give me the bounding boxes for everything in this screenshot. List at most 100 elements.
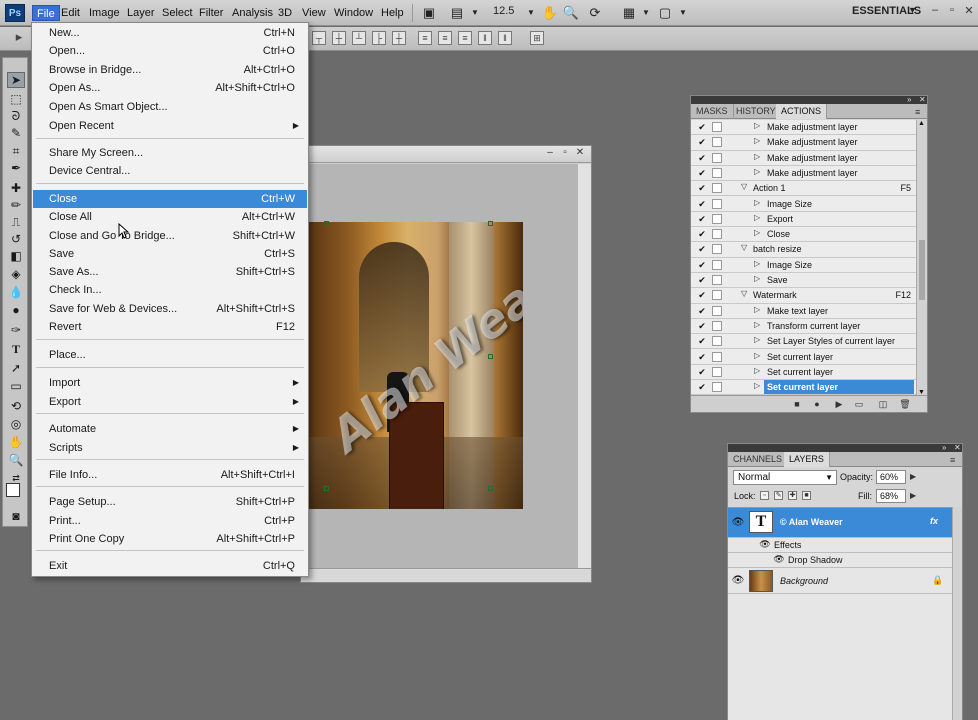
menu-item-print-one-copy[interactable]: Print One Copy Alt+Shift+Ctrl+P	[33, 530, 307, 548]
action-label[interactable]: Transform current layer	[764, 319, 860, 333]
eraser-tool-icon[interactable]: ◧	[7, 248, 25, 264]
layer-name[interactable]: Background	[780, 576, 828, 586]
transform-handle[interactable]	[324, 486, 329, 491]
menu-item-open[interactable]: Open... Ctrl+O	[33, 42, 307, 60]
lock-pixels-icon[interactable]: ✎	[774, 491, 783, 500]
action-step-row[interactable]: ✔ ▷ Transform current layer	[691, 319, 917, 335]
chevron-right-icon[interactable]: ▶	[910, 472, 916, 481]
collapsed-triangle-icon[interactable]: ▷	[754, 228, 760, 237]
menu-filter[interactable]: Filter	[195, 5, 227, 21]
checkmark-icon[interactable]: ✔	[697, 367, 707, 377]
action-step-row[interactable]: ✔ ▷ Set current layer	[691, 380, 917, 396]
lock-all-icon[interactable]: ■	[802, 491, 811, 500]
action-label[interactable]: Image Size	[764, 197, 812, 211]
dialog-toggle-box[interactable]	[712, 152, 722, 163]
screen-mode-icon[interactable]: ▢	[656, 4, 674, 21]
action-label[interactable]: Set current layer	[764, 350, 833, 364]
transform-handle[interactable]	[488, 486, 493, 491]
align-left-icon[interactable]: ├	[372, 31, 386, 45]
panel-header-bar[interactable]: » ✕	[728, 443, 962, 452]
action-label[interactable]: Set current layer	[764, 365, 833, 379]
menu-item-device-central[interactable]: Device Central...	[33, 162, 307, 180]
action-step-row[interactable]: ✔ ▷ Image Size	[691, 197, 917, 212]
layers-scrollbar[interactable]	[952, 507, 962, 720]
dialog-toggle-box[interactable]	[712, 213, 722, 224]
action-label[interactable]: Make adjustment layer	[764, 166, 858, 180]
collapsed-triangle-icon[interactable]: ▷	[754, 274, 760, 283]
collapse-icon[interactable]: »	[942, 443, 946, 452]
action-label[interactable]: Make adjustment layer	[764, 151, 858, 165]
checkmark-icon[interactable]: ✔	[697, 382, 707, 392]
bridge-icon[interactable]: ▣	[420, 4, 438, 21]
menu-item-exit[interactable]: Exit Ctrl+Q	[33, 557, 307, 575]
dialog-toggle-box[interactable]	[712, 305, 722, 316]
action-label[interactable]: Image Size	[764, 258, 812, 272]
checkmark-icon[interactable]: ✔	[697, 260, 707, 270]
menu-item-close[interactable]: Close Ctrl+W	[33, 190, 307, 208]
collapsed-triangle-icon[interactable]: ▷	[754, 351, 760, 360]
menu-item-open-as-smart-object[interactable]: Open As Smart Object...	[33, 98, 307, 116]
action-step-row[interactable]: ✔ ▷ Make text layer	[691, 304, 917, 319]
collapsed-triangle-icon[interactable]: ▷	[754, 213, 760, 222]
eye-icon[interactable]: 👁	[772, 554, 786, 566]
close-icon[interactable]: ✕	[962, 4, 976, 20]
menu-edit[interactable]: Edit	[57, 5, 84, 21]
menu-select[interactable]: Select	[158, 5, 197, 21]
checkmark-icon[interactable]: ✔	[697, 321, 707, 331]
menu-item-new[interactable]: New... Ctrl+N	[33, 24, 307, 42]
collapsed-triangle-icon[interactable]: ▷	[754, 198, 760, 207]
menu-item-save[interactable]: Save Ctrl+S	[33, 245, 307, 263]
action-step-row[interactable]: ✔ ▷ Save	[691, 273, 917, 289]
checkmark-icon[interactable]: ✔	[697, 137, 707, 147]
action-row[interactable]: ✔ ▽ Watermark F12	[691, 288, 917, 304]
fx-icon[interactable]: fx	[930, 516, 938, 526]
dialog-toggle-box[interactable]	[712, 259, 722, 270]
chevron-down-icon[interactable]: ▼	[674, 4, 692, 21]
action-step-row[interactable]: ✔ ▷ Make adjustment layer	[691, 151, 917, 166]
fill-input[interactable]: 68%	[876, 489, 906, 503]
close-icon[interactable]: ✕	[954, 443, 961, 452]
tab-layers[interactable]: LAYERS	[784, 452, 830, 467]
scrollbar-thumb[interactable]	[919, 240, 925, 300]
menu-item-save-for-web[interactable]: Save for Web & Devices... Alt+Shift+Ctrl+…	[33, 300, 307, 318]
checkmark-icon[interactable]: ✔	[697, 214, 707, 224]
align-hcenter-icon[interactable]: ┼	[392, 31, 406, 45]
expanded-triangle-icon[interactable]: ▽	[741, 289, 747, 298]
collapsed-triangle-icon[interactable]: ▷	[754, 167, 760, 176]
checkmark-icon[interactable]: ✔	[697, 244, 707, 254]
dialog-toggle-box[interactable]	[712, 351, 722, 362]
dialog-toggle-box[interactable]	[712, 275, 722, 285]
layer-name[interactable]: © Alan Weaver	[780, 517, 843, 527]
dialog-toggle-box[interactable]	[712, 137, 722, 148]
zoom-level[interactable]: 12.5	[493, 5, 514, 17]
menu-item-automate[interactable]: Automate ▶	[33, 420, 307, 438]
action-row[interactable]: ✔ ▽ Action 1 F5	[691, 181, 917, 197]
tab-actions[interactable]: ACTIONS	[776, 104, 828, 119]
shape-tool-icon[interactable]: ▭	[7, 378, 25, 394]
action-label[interactable]: Make adjustment layer	[764, 120, 858, 134]
action-step-row[interactable]: ✔ ▷ Image Size	[691, 258, 917, 273]
panel-header-bar[interactable]: » ✕	[691, 95, 927, 104]
dodge-tool-icon[interactable]: ●	[7, 302, 25, 318]
panel-menu-icon[interactable]: ≡	[950, 455, 955, 465]
menu-window[interactable]: Window	[330, 5, 377, 21]
blend-mode-select[interactable]: Normal ▼	[733, 470, 837, 485]
dialog-toggle-box[interactable]	[712, 122, 722, 132]
checkmark-icon[interactable]: ✔	[697, 336, 707, 346]
move-tool-icon[interactable]: ➤	[7, 72, 25, 88]
collapsed-triangle-icon[interactable]: ▷	[754, 381, 760, 390]
actions-scrollbar[interactable]: ▲ ▼	[916, 120, 927, 396]
distribute-left-icon[interactable]: ‖	[478, 31, 492, 45]
restore-icon[interactable]: ▫	[945, 4, 959, 20]
layer-row-background[interactable]: 👁 Background 🔒	[728, 568, 954, 594]
document-canvas[interactable]: Alan Weaver	[301, 164, 579, 569]
checkmark-icon[interactable]: ✔	[697, 168, 707, 178]
menu-item-open-recent[interactable]: Open Recent ▶	[33, 117, 307, 135]
restore-icon[interactable]: ▫	[559, 147, 571, 161]
action-label[interactable]: Close	[764, 227, 790, 241]
trash-icon[interactable]: 🗑	[899, 398, 911, 410]
document-scrollbar[interactable]	[578, 164, 591, 569]
menu-3d[interactable]: 3D	[274, 5, 296, 21]
action-label[interactable]: Save	[764, 273, 788, 287]
action-label[interactable]: Watermark	[750, 288, 797, 302]
